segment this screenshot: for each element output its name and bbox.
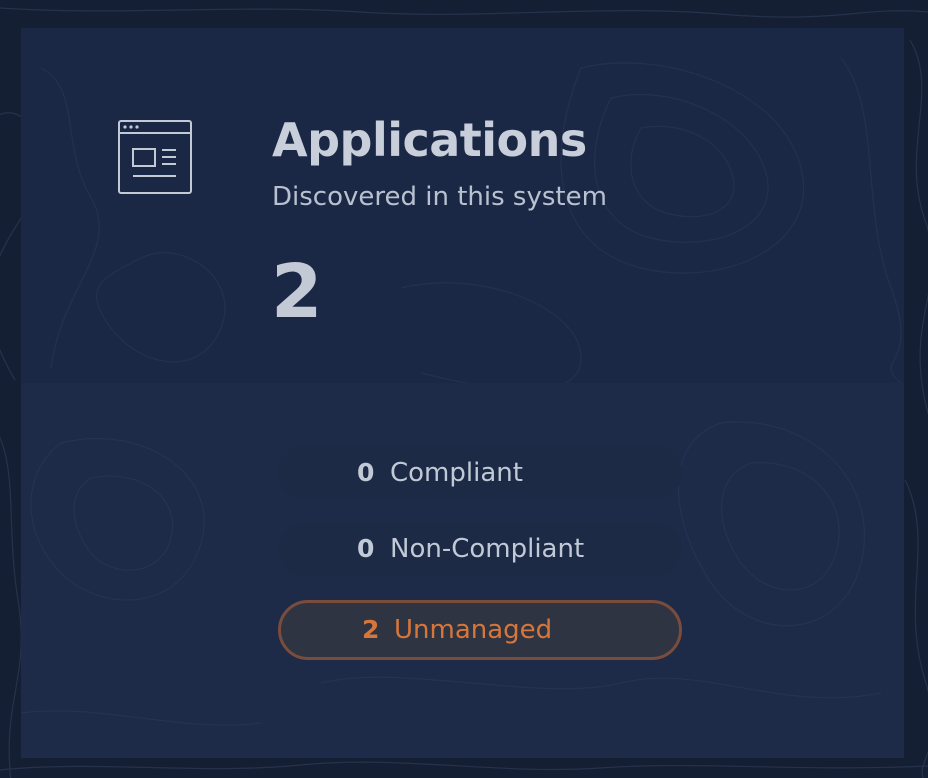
compliant-label: Compliant <box>390 458 523 488</box>
status-non-compliant[interactable]: 0 Non-Compliant <box>278 522 682 576</box>
non-compliant-label: Non-Compliant <box>390 534 585 564</box>
applications-card: Applications Discovered in this system 2… <box>21 28 904 758</box>
non-compliant-count: 0 <box>357 534 375 563</box>
compliant-count: 0 <box>357 458 375 487</box>
status-unmanaged[interactable]: 2 Unmanaged <box>278 600 682 660</box>
application-count: 2 <box>271 249 323 335</box>
browser-window-icon <box>118 120 192 194</box>
card-subtitle: Discovered in this system <box>272 182 607 212</box>
card-title: Applications <box>272 113 587 167</box>
status-compliant[interactable]: 0 Compliant <box>278 446 682 500</box>
unmanaged-label: Unmanaged <box>394 615 553 645</box>
unmanaged-count: 2 <box>362 615 380 644</box>
